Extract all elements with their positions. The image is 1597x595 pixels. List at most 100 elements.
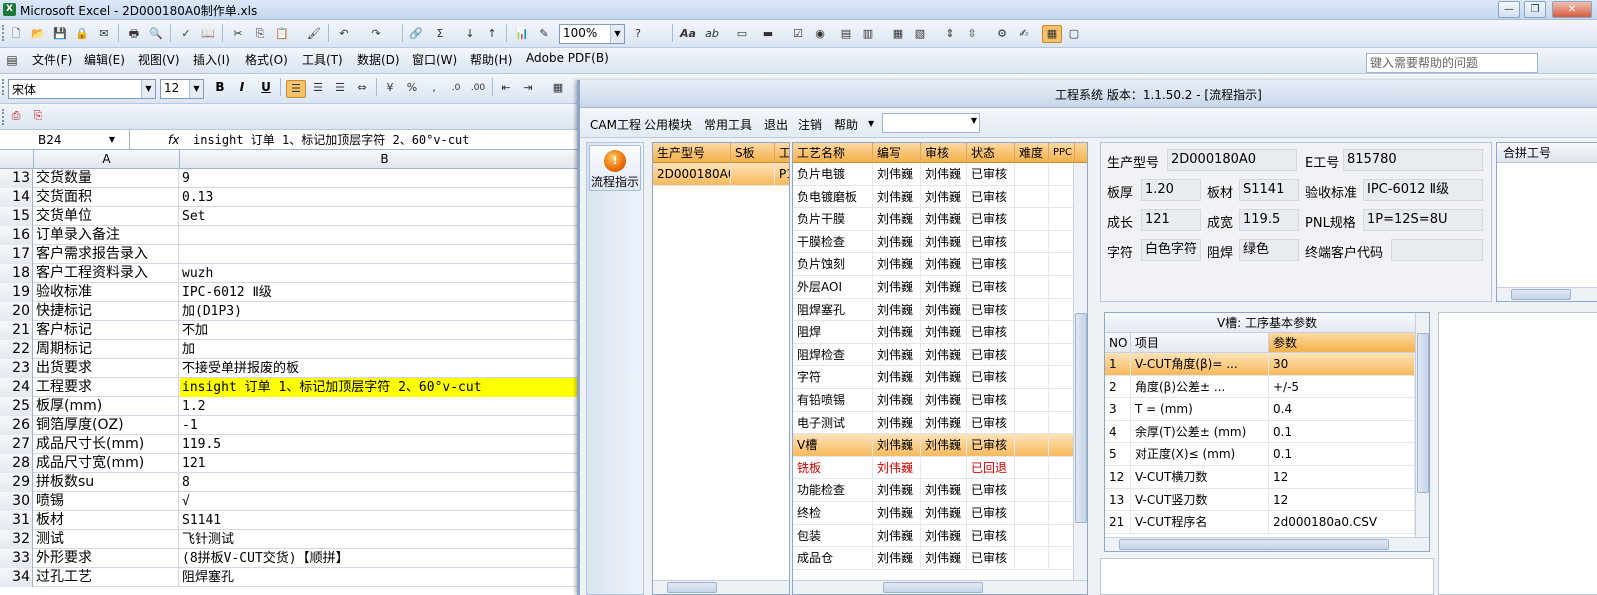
cell-b[interactable]: IPC-6012 Ⅱ级 — [180, 283, 590, 302]
table-row[interactable]: 21 客户标记 不加 — [0, 321, 590, 340]
cell-b[interactable]: 119.5 — [180, 435, 590, 454]
edit-code-icon[interactable]: ✍ — [1016, 26, 1032, 42]
underline-button[interactable]: U — [256, 77, 276, 97]
solder-mask-field[interactable]: 绿色 — [1239, 239, 1299, 261]
col-work[interactable]: 工 — [775, 143, 789, 163]
table-row[interactable]: 33 外形要求 (8拼板V-CUT交货)【顺拼】 — [0, 549, 590, 568]
menu-edit[interactable]: 编辑(E) — [84, 51, 125, 68]
increase-decimal-icon[interactable]: .0 — [448, 80, 464, 96]
col-author[interactable]: 编写 — [873, 143, 921, 163]
vertical-scrollbar[interactable] — [1073, 163, 1087, 580]
cell-a[interactable]: 成品尺寸宽(mm) — [34, 454, 179, 473]
worksheet[interactable]: A B 13 交货数量 9 14 交货面积 0.13 15 交货单位 Set 16 订单录入备注 17… — [0, 150, 590, 595]
permission-icon[interactable]: 🔒 — [74, 26, 90, 42]
cell-a[interactable]: 过孔工艺 — [34, 568, 179, 587]
cell-b[interactable]: 不加 — [180, 321, 590, 340]
row-header[interactable]: 32 — [0, 530, 33, 549]
autosum-icon[interactable]: Σ — [432, 26, 448, 42]
run-dialog-icon[interactable]: ▢ — [1066, 26, 1082, 42]
chart-wizard-icon[interactable]: 📊 — [514, 26, 530, 42]
row-header[interactable]: 18 — [0, 264, 33, 283]
table-row[interactable]: 30 喷锡 √ — [0, 492, 590, 511]
zoom-select[interactable]: 100% ▼ — [559, 24, 625, 44]
text-box-icon[interactable]: ab — [704, 26, 720, 42]
currency-icon[interactable]: ¥ — [382, 80, 398, 96]
table-row[interactable]: 23 出货要求 不接受单拼报废的板 — [0, 359, 590, 378]
cell-b[interactable]: 加(D1P3) — [180, 302, 590, 321]
checkbox-control-icon[interactable]: ☑ — [790, 26, 806, 42]
col-product-no[interactable]: 生产型号 — [653, 143, 731, 163]
cell-a[interactable]: 客户需求报告录入 — [34, 245, 179, 264]
character-field[interactable]: 白色字符 — [1141, 239, 1201, 261]
table-row[interactable]: 17 客户需求报告录入 — [0, 245, 590, 264]
cell-b[interactable]: (8拼板V-CUT交货)【顺拼】 — [180, 549, 590, 568]
col-param[interactable]: 参数 — [1269, 333, 1417, 353]
sort-ascending-icon[interactable]: ↓ — [462, 26, 478, 42]
menu-logout[interactable]: 注销 — [798, 116, 822, 133]
new-icon[interactable]: 🗋 — [8, 26, 24, 42]
control-properties-icon[interactable]: ⚙ — [994, 26, 1010, 42]
table-row[interactable]: 19 验收标准 IPC-6012 Ⅱ级 — [0, 283, 590, 302]
cell-b[interactable]: wuzh — [180, 264, 590, 283]
option-button-icon[interactable]: ◉ — [812, 26, 828, 42]
merge-center-icon[interactable]: ⇔ — [354, 80, 370, 96]
table-row[interactable]: 阻焊 刘伟巍 刘伟巍 已审核 — [793, 321, 1075, 344]
row-header[interactable]: 29 — [0, 473, 33, 492]
help-icon[interactable]: ? — [630, 26, 646, 42]
cell-a[interactable]: 板厚(mm) — [34, 397, 179, 416]
table-row[interactable]: 29 拼板数su 8 — [0, 473, 590, 492]
table-row[interactable]: 4 余厚(T)公差± (mm) 0.1 — [1105, 420, 1415, 444]
cell-a[interactable]: 拼板数su — [34, 473, 179, 492]
group-box-icon[interactable]: ▤ — [838, 26, 854, 42]
table-row[interactable]: 成品仓 刘伟巍 刘伟巍 已审核 — [793, 547, 1075, 570]
col-no[interactable]: NO — [1105, 333, 1131, 353]
row-header[interactable]: 27 — [0, 435, 33, 454]
table-row[interactable]: 13 交货数量 9 — [0, 169, 590, 188]
cut-icon[interactable]: ✂ — [230, 26, 246, 42]
cell-b[interactable]: 不接受单拼报废的板 — [180, 359, 590, 378]
label-icon[interactable]: ▭ — [734, 26, 750, 42]
column-header-a[interactable]: A — [34, 150, 180, 169]
bold-button[interactable]: B — [210, 77, 230, 97]
row-header[interactable]: 16 — [0, 226, 33, 245]
col-ppc[interactable]: PPC — [1049, 143, 1075, 163]
table-row[interactable]: 27 成品尺寸长(mm) 119.5 — [0, 435, 590, 454]
table-row[interactable]: 16 订单录入备注 — [0, 226, 590, 245]
cell-b[interactable]: 121 — [180, 454, 590, 473]
table-row[interactable]: 字符 刘伟巍 刘伟巍 已审核 — [793, 366, 1075, 389]
spelling-icon[interactable]: ✓ — [178, 26, 194, 42]
table-row[interactable]: 31 板材 S1141 — [0, 511, 590, 530]
menu-help[interactable]: 帮助(H) — [470, 51, 512, 68]
menu-format[interactable]: 格式(O) — [245, 51, 288, 68]
cell-a[interactable]: 验收标准 — [34, 283, 179, 302]
menu-help[interactable]: 帮助 — [834, 116, 858, 133]
save-icon[interactable]: 💾 — [52, 26, 68, 42]
row-header[interactable]: 33 — [0, 549, 33, 568]
horizontal-scrollbar[interactable] — [653, 580, 789, 594]
research-icon[interactable]: 📖 — [200, 26, 216, 42]
row-header[interactable]: 15 — [0, 207, 33, 226]
list-box-icon[interactable]: ▥ — [860, 26, 876, 42]
maximize-button[interactable]: ❐ — [1524, 1, 1546, 18]
table-row[interactable]: 负电镀磨板 刘伟巍 刘伟巍 已审核 — [793, 185, 1075, 209]
row-header[interactable]: 14 — [0, 188, 33, 207]
cell-a[interactable]: 喷锡 — [34, 492, 179, 511]
table-row[interactable]: 32 测试 飞针测试 — [0, 530, 590, 549]
row-header[interactable]: 31 — [0, 511, 33, 530]
row-header[interactable]: 26 — [0, 416, 33, 435]
table-row[interactable]: 电子测试 刘伟巍 刘伟巍 已审核 — [793, 411, 1075, 435]
cell-b[interactable]: 9 — [180, 169, 590, 188]
menu-exit[interactable]: 退出 — [764, 116, 788, 133]
align-center-icon[interactable]: ☰ — [310, 80, 326, 96]
row-header[interactable]: 23 — [0, 359, 33, 378]
e-no-field[interactable]: 815780 — [1343, 149, 1483, 171]
table-row[interactable]: 2 角度(β)公差± ... +/-5 — [1105, 375, 1415, 399]
menu-tools[interactable]: 工具(T) — [302, 51, 343, 68]
menu-insert[interactable]: 插入(I) — [193, 51, 230, 68]
table-row[interactable]: 3T = (mm) 0.4 — [1105, 398, 1415, 421]
column-header-b[interactable]: B — [180, 150, 590, 169]
insert-function-icon[interactable]: fx — [168, 130, 179, 150]
table-row[interactable]: 20 快捷标记 加(D1P3) — [0, 302, 590, 321]
menu-common-tools[interactable]: 常用工具 — [704, 116, 752, 133]
row-header[interactable]: 25 — [0, 397, 33, 416]
